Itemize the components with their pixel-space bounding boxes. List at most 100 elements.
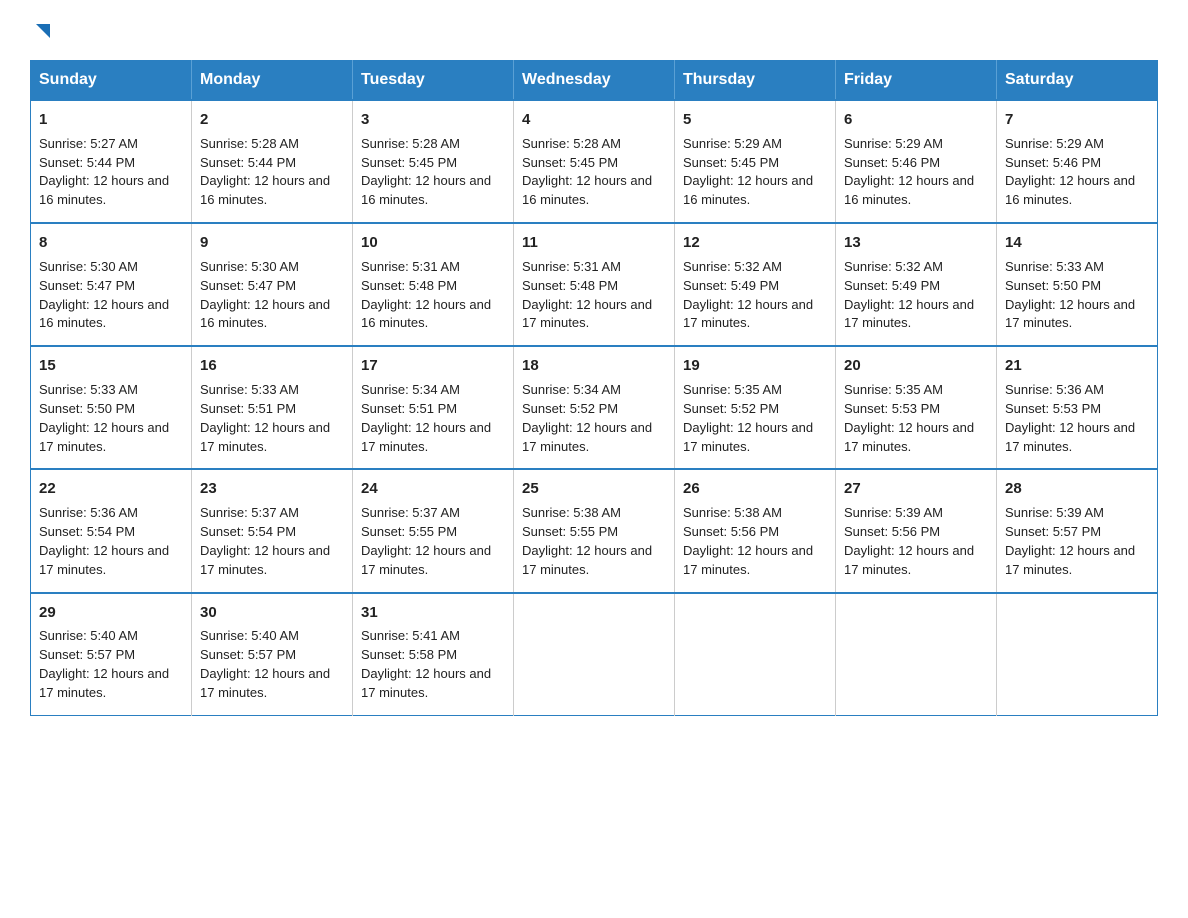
day-info: Sunrise: 5:32 AMSunset: 5:49 PMDaylight:… (844, 258, 988, 333)
day-number: 18 (522, 355, 666, 377)
day-number: 14 (1005, 232, 1149, 254)
day-info: Sunrise: 5:36 AMSunset: 5:53 PMDaylight:… (1005, 381, 1149, 456)
calendar-cell (514, 593, 675, 716)
day-number: 9 (200, 232, 344, 254)
weekday-header-thursday: Thursday (675, 61, 836, 101)
day-number: 10 (361, 232, 505, 254)
calendar-cell: 26 Sunrise: 5:38 AMSunset: 5:56 PMDayligh… (675, 469, 836, 592)
day-number: 23 (200, 478, 344, 500)
day-number: 29 (39, 602, 183, 624)
calendar-cell: 8 Sunrise: 5:30 AMSunset: 5:47 PMDaylight… (31, 223, 192, 346)
day-number: 6 (844, 109, 988, 131)
calendar-week-row: 22Sunrise: 5:36 AMSunset: 5:54 PMDayligh… (31, 469, 1158, 592)
calendar-cell: 16 Sunrise: 5:33 AMSunset: 5:51 PMDayligh… (192, 346, 353, 469)
weekday-header-friday: Friday (836, 61, 997, 101)
day-info: Sunrise: 5:35 AMSunset: 5:53 PMDaylight:… (844, 381, 988, 456)
day-number: 5 (683, 109, 827, 131)
day-number: 20 (844, 355, 988, 377)
calendar-cell (836, 593, 997, 716)
day-info: Sunrise: 5:29 AMSunset: 5:46 PMDaylight:… (1005, 135, 1149, 210)
day-number: 25 (522, 478, 666, 500)
day-info: Sunrise: 5:30 AMSunset: 5:47 PMDaylight:… (200, 258, 344, 333)
calendar-cell: 24 Sunrise: 5:37 AMSunset: 5:55 PMDayligh… (353, 469, 514, 592)
day-number: 1 (39, 109, 183, 131)
calendar-week-row: 29 Sunrise: 5:40 AMSunset: 5:57 PMDayligh… (31, 593, 1158, 716)
calendar-cell (675, 593, 836, 716)
weekday-header-sunday: Sunday (31, 61, 192, 101)
calendar-cell: 25 Sunrise: 5:38 AMSunset: 5:55 PMDayligh… (514, 469, 675, 592)
calendar-cell: 7 Sunrise: 5:29 AMSunset: 5:46 PMDaylight… (997, 100, 1158, 223)
weekday-header-saturday: Saturday (997, 61, 1158, 101)
day-info: Sunrise: 5:35 AMSunset: 5:52 PMDaylight:… (683, 381, 827, 456)
calendar-week-row: 1 Sunrise: 5:27 AMSunset: 5:44 PMDaylight… (31, 100, 1158, 223)
calendar-cell: 23 Sunrise: 5:37 AMSunset: 5:54 PMDayligh… (192, 469, 353, 592)
day-info: Sunrise: 5:34 AMSunset: 5:51 PMDaylight:… (361, 381, 505, 456)
weekday-header-tuesday: Tuesday (353, 61, 514, 101)
day-number: 30 (200, 602, 344, 624)
calendar-cell: 15Sunrise: 5:33 AMSunset: 5:50 PMDayligh… (31, 346, 192, 469)
day-info: Sunrise: 5:29 AMSunset: 5:46 PMDaylight:… (844, 135, 988, 210)
day-info: Sunrise: 5:33 AMSunset: 5:50 PMDaylight:… (1005, 258, 1149, 333)
logo-triangle-icon (32, 20, 54, 42)
day-info: Sunrise: 5:38 AMSunset: 5:55 PMDaylight:… (522, 504, 666, 579)
calendar-cell: 13 Sunrise: 5:32 AMSunset: 5:49 PMDayligh… (836, 223, 997, 346)
day-info: Sunrise: 5:31 AMSunset: 5:48 PMDaylight:… (361, 258, 505, 333)
day-info: Sunrise: 5:38 AMSunset: 5:56 PMDaylight:… (683, 504, 827, 579)
day-number: 24 (361, 478, 505, 500)
day-info: Sunrise: 5:39 AMSunset: 5:57 PMDaylight:… (1005, 504, 1149, 579)
calendar-cell: 2 Sunrise: 5:28 AMSunset: 5:44 PMDaylight… (192, 100, 353, 223)
day-number: 21 (1005, 355, 1149, 377)
calendar-cell: 18 Sunrise: 5:34 AMSunset: 5:52 PMDayligh… (514, 346, 675, 469)
day-number: 11 (522, 232, 666, 254)
day-number: 19 (683, 355, 827, 377)
day-number: 31 (361, 602, 505, 624)
weekday-header-row: SundayMondayTuesdayWednesdayThursdayFrid… (31, 61, 1158, 101)
calendar-cell: 22Sunrise: 5:36 AMSunset: 5:54 PMDayligh… (31, 469, 192, 592)
day-info: Sunrise: 5:30 AMSunset: 5:47 PMDaylight:… (39, 258, 183, 333)
day-number: 16 (200, 355, 344, 377)
day-number: 12 (683, 232, 827, 254)
calendar-cell: 17 Sunrise: 5:34 AMSunset: 5:51 PMDayligh… (353, 346, 514, 469)
calendar-week-row: 15Sunrise: 5:33 AMSunset: 5:50 PMDayligh… (31, 346, 1158, 469)
day-info: Sunrise: 5:28 AMSunset: 5:45 PMDaylight:… (522, 135, 666, 210)
day-number: 7 (1005, 109, 1149, 131)
day-info: Sunrise: 5:37 AMSunset: 5:54 PMDaylight:… (200, 504, 344, 579)
calendar-cell: 31 Sunrise: 5:41 AMSunset: 5:58 PMDayligh… (353, 593, 514, 716)
weekday-header-wednesday: Wednesday (514, 61, 675, 101)
calendar-cell: 28 Sunrise: 5:39 AMSunset: 5:57 PMDayligh… (997, 469, 1158, 592)
weekday-header-monday: Monday (192, 61, 353, 101)
calendar-cell: 14 Sunrise: 5:33 AMSunset: 5:50 PMDayligh… (997, 223, 1158, 346)
calendar-cell: 20 Sunrise: 5:35 AMSunset: 5:53 PMDayligh… (836, 346, 997, 469)
day-number: 17 (361, 355, 505, 377)
day-number: 2 (200, 109, 344, 131)
day-info: Sunrise: 5:27 AMSunset: 5:44 PMDaylight:… (39, 135, 183, 210)
day-info: Sunrise: 5:29 AMSunset: 5:45 PMDaylight:… (683, 135, 827, 210)
day-info: Sunrise: 5:34 AMSunset: 5:52 PMDaylight:… (522, 381, 666, 456)
logo (30, 20, 54, 42)
day-info: Sunrise: 5:40 AMSunset: 5:57 PMDaylight:… (200, 627, 344, 702)
day-number: 26 (683, 478, 827, 500)
day-info: Sunrise: 5:41 AMSunset: 5:58 PMDaylight:… (361, 627, 505, 702)
calendar-cell: 29 Sunrise: 5:40 AMSunset: 5:57 PMDayligh… (31, 593, 192, 716)
calendar-table: SundayMondayTuesdayWednesdayThursdayFrid… (30, 60, 1158, 716)
day-number: 13 (844, 232, 988, 254)
calendar-cell: 1 Sunrise: 5:27 AMSunset: 5:44 PMDaylight… (31, 100, 192, 223)
day-info: Sunrise: 5:39 AMSunset: 5:56 PMDaylight:… (844, 504, 988, 579)
day-info: Sunrise: 5:32 AMSunset: 5:49 PMDaylight:… (683, 258, 827, 333)
calendar-cell: 19 Sunrise: 5:35 AMSunset: 5:52 PMDayligh… (675, 346, 836, 469)
day-number: 4 (522, 109, 666, 131)
day-number: 28 (1005, 478, 1149, 500)
day-info: Sunrise: 5:36 AMSunset: 5:54 PMDaylight:… (39, 504, 183, 579)
calendar-week-row: 8 Sunrise: 5:30 AMSunset: 5:47 PMDaylight… (31, 223, 1158, 346)
day-number: 27 (844, 478, 988, 500)
calendar-cell: 30 Sunrise: 5:40 AMSunset: 5:57 PMDayligh… (192, 593, 353, 716)
calendar-cell: 11Sunrise: 5:31 AMSunset: 5:48 PMDayligh… (514, 223, 675, 346)
day-info: Sunrise: 5:33 AMSunset: 5:51 PMDaylight:… (200, 381, 344, 456)
day-info: Sunrise: 5:28 AMSunset: 5:44 PMDaylight:… (200, 135, 344, 210)
calendar-cell: 27 Sunrise: 5:39 AMSunset: 5:56 PMDayligh… (836, 469, 997, 592)
day-number: 8 (39, 232, 183, 254)
day-info: Sunrise: 5:28 AMSunset: 5:45 PMDaylight:… (361, 135, 505, 210)
day-info: Sunrise: 5:37 AMSunset: 5:55 PMDaylight:… (361, 504, 505, 579)
day-info: Sunrise: 5:40 AMSunset: 5:57 PMDaylight:… (39, 627, 183, 702)
day-number: 3 (361, 109, 505, 131)
